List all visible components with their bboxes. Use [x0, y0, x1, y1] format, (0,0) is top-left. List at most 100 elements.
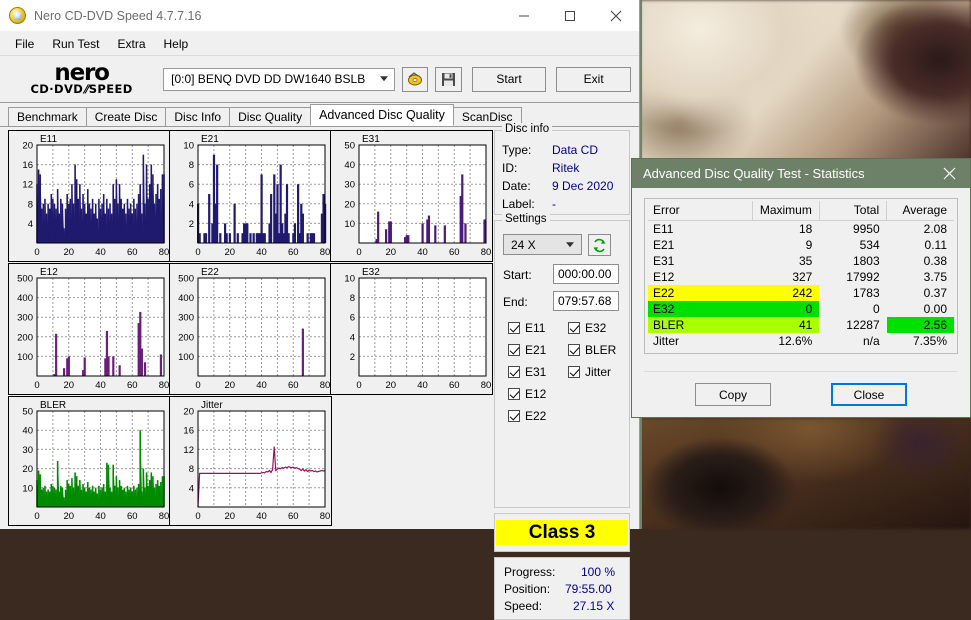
table-row: Jitter 12.6% n/a 7.35%	[648, 333, 954, 349]
table-row: E32 0 0 0.00	[648, 301, 954, 317]
svg-text:Jitter: Jitter	[201, 400, 223, 411]
svg-text:20: 20	[224, 511, 235, 522]
checkbox-e12[interactable]: E12	[508, 387, 546, 401]
checkbox-e11[interactable]: E11	[508, 321, 545, 335]
tab-advanced-disc-quality[interactable]: Advanced Disc Quality	[310, 104, 454, 126]
cell-maximum: 327	[792, 270, 813, 284]
svg-text:80: 80	[159, 380, 170, 391]
svg-text:4: 4	[189, 199, 194, 210]
disc-info-legend: Disc info	[502, 123, 553, 135]
checkbox-e32-label: E32	[585, 321, 607, 335]
tab-disc-quality[interactable]: Disc Quality	[229, 107, 312, 126]
cell-total: 17992	[846, 270, 880, 284]
svg-text:40: 40	[95, 380, 106, 391]
tab-benchmark[interactable]: Benchmark	[8, 107, 87, 126]
tab-disc-info[interactable]: Disc Info	[165, 107, 231, 126]
checkbox-e32[interactable]: E32	[568, 321, 606, 335]
svg-text:40: 40	[417, 380, 428, 391]
settings-group: Settings 24 X Start: 000:00.00 End: 079:…	[494, 213, 630, 508]
checkbox-e21[interactable]: E21	[508, 343, 546, 357]
minimize-icon[interactable]	[501, 0, 547, 31]
nero-logo-sub-b: SPEED	[88, 82, 133, 97]
svg-text:60: 60	[449, 380, 460, 391]
menu-item-run-test[interactable]: Run Test	[43, 34, 108, 54]
svg-text:0: 0	[195, 380, 200, 391]
title-bar: Nero CD-DVD Speed 4.7.7.16	[0, 0, 639, 32]
drive-select[interactable]: [0:0] BENQ DVD DD DW1640 BSLB	[163, 67, 395, 91]
svg-text:8: 8	[28, 199, 33, 210]
tab-create-disc[interactable]: Create Disc	[85, 107, 167, 126]
disc-info-group: Disc info Type: Data CD ID: Ritek Date: …	[494, 123, 630, 215]
svg-text:0: 0	[195, 511, 200, 522]
close-icon[interactable]	[928, 159, 970, 188]
progress-value: 100 %	[581, 565, 616, 579]
exit-button[interactable]: Exit	[556, 66, 631, 92]
svg-text:2: 2	[350, 352, 355, 363]
speed-select[interactable]: 24 X	[503, 234, 582, 255]
start-input[interactable]: 000:00.00	[553, 264, 619, 284]
cell-total: 1803	[852, 254, 880, 268]
svg-text:20: 20	[224, 380, 235, 391]
menu-item-file[interactable]: File	[6, 34, 43, 54]
svg-text:2: 2	[189, 219, 194, 230]
table-header-row: Error Maximum Total Average	[648, 201, 954, 221]
checkbox-e22[interactable]: E22	[508, 409, 546, 423]
close-icon[interactable]	[593, 0, 639, 31]
svg-text:BLER: BLER	[40, 400, 66, 411]
menu-item-extra[interactable]: Extra	[108, 34, 154, 54]
maximize-icon[interactable]	[547, 0, 593, 31]
svg-text:20: 20	[344, 199, 355, 210]
floppy-save-icon[interactable]	[435, 66, 462, 92]
svg-text:60: 60	[127, 380, 138, 391]
svg-text:500: 500	[178, 274, 194, 285]
cell-error: E32	[648, 301, 753, 317]
disc-info-date-label: Date:	[502, 179, 531, 193]
menu-bar: File Run Test Extra Help	[0, 32, 639, 56]
checkbox-e31[interactable]: E31	[508, 365, 546, 379]
progress-group: Progress: 100 % Position: 79:55.00 Speed…	[494, 557, 630, 620]
svg-text:60: 60	[288, 511, 299, 522]
copy-button[interactable]: Copy	[695, 383, 771, 406]
checkbox-e21-label: E21	[525, 343, 547, 357]
cell-average: 0.38	[923, 254, 947, 268]
chart-e32: 2 4 6 8 10 0 20 40 60 80 E32	[330, 263, 493, 395]
svg-text:E32: E32	[362, 267, 380, 278]
end-input[interactable]: 079:57.68	[553, 291, 619, 311]
nero-logo: nero CD·DVD⫽SPEED	[8, 62, 155, 96]
statistics-dialog-titlebar: Advanced Disc Quality Test - Statistics	[632, 159, 970, 188]
svg-text:0: 0	[34, 247, 39, 258]
disc-info-id-value: Ritek	[552, 161, 580, 175]
cell-average: 0.11	[924, 238, 947, 252]
checkbox-jitter[interactable]: Jitter	[568, 365, 611, 379]
menu-item-help[interactable]: Help	[155, 34, 198, 54]
statistics-table-frame: Error Maximum Total Average E11 18 9950 2.0…	[644, 198, 958, 354]
cell-maximum: 35	[798, 254, 813, 268]
svg-text:20: 20	[63, 511, 74, 522]
svg-text:E31: E31	[362, 134, 380, 145]
chart-bler: 10 20 30 40 50 0 20 40 60 80 BLER	[8, 396, 171, 526]
check-icon	[508, 410, 520, 422]
svg-text:20: 20	[385, 380, 396, 391]
close-button[interactable]: Close	[831, 383, 907, 406]
toolbar: nero CD·DVD⫽SPEED [0:0] BENQ DVD DD DW16…	[0, 56, 639, 103]
nero-main-window: Nero CD-DVD Speed 4.7.7.16 File Run Test…	[0, 0, 640, 620]
svg-text:6: 6	[350, 313, 355, 324]
start-button[interactable]: Start	[471, 66, 547, 92]
window-title: Nero CD-DVD Speed 4.7.7.16	[34, 8, 202, 23]
disc-eject-icon[interactable]	[401, 66, 429, 92]
refresh-arrows-icon[interactable]	[588, 234, 611, 256]
svg-text:300: 300	[178, 313, 194, 324]
svg-text:10: 10	[183, 141, 194, 152]
cell-maximum: 242	[752, 285, 820, 301]
column-header-average: Average	[886, 201, 954, 221]
svg-text:20: 20	[63, 380, 74, 391]
cell-average: 2.08	[923, 222, 947, 236]
svg-text:50: 50	[344, 141, 355, 152]
class-rating-box: Class 3	[494, 513, 630, 552]
table-row: E11 18 9950 2.08	[648, 221, 954, 238]
svg-text:16: 16	[22, 160, 33, 171]
cell-total: 12287	[846, 318, 880, 332]
check-icon	[508, 388, 520, 400]
cell-average: 7.35%	[912, 334, 947, 348]
checkbox-bler[interactable]: BLER	[568, 343, 616, 357]
